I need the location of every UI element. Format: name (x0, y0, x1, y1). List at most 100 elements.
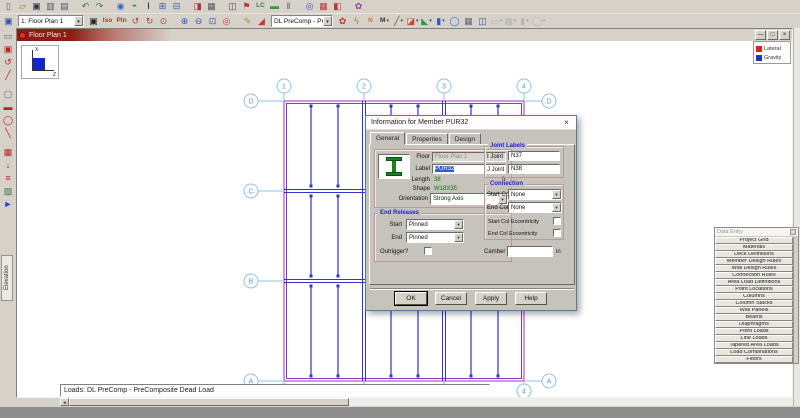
graphic-select-icon[interactable]: ◨ (191, 1, 204, 13)
wall-draw-dropdown[interactable]: ▮ ▾ (434, 15, 447, 27)
zoom-out-icon[interactable]: ⊖ (192, 15, 205, 27)
ok-button[interactable]: OK (395, 292, 427, 305)
draw-brace-icon[interactable]: ╱ (2, 69, 14, 81)
load-combinations-button[interactable]: Load Combinations (715, 349, 793, 356)
j-joint-field[interactable]: N38 (508, 164, 560, 174)
render-icon[interactable]: ◓ (128, 1, 141, 13)
data-entry-scrollbar[interactable] (793, 237, 798, 363)
redo-icon[interactable]: ↷ (93, 1, 106, 13)
load-case-combo[interactable]: DL PreComp - Pr ▼ (271, 15, 333, 27)
zoom-extents-icon[interactable]: ◎ (220, 15, 233, 27)
data-entry-titlebar[interactable]: Data Entry (715, 228, 798, 237)
wall-panels-button[interactable]: Wall Panels (715, 307, 793, 314)
snapshot-icon[interactable]: ▣ (87, 15, 100, 27)
mdi-titlebar[interactable]: Floor Plan 1 — □ × (17, 29, 792, 41)
zoom-box-icon[interactable]: ⊡ (206, 15, 219, 27)
window-icon[interactable]: ◫ (476, 15, 489, 27)
apply-loads-icon[interactable]: ✿ (336, 15, 349, 27)
line-loads-button[interactable]: Line Loads (715, 335, 793, 342)
copy-icon[interactable]: ▥ (44, 1, 57, 13)
red-grid-icon[interactable]: ▦ (317, 1, 330, 13)
floor-plan-combo[interactable]: 1: Floor Plan 1 ▼ (18, 15, 84, 27)
draw-beam-icon[interactable]: ↺ (2, 56, 14, 68)
grid-tool-icon[interactable]: ▦ (2, 146, 14, 158)
model-merge-icon[interactable]: ◫ (226, 1, 239, 13)
wall-design-rules-button[interactable]: Wall Design Rules (715, 265, 793, 272)
draw-wall-icon[interactable]: ▬ (2, 101, 14, 113)
member-design-rules-button[interactable]: Member Design Rules (715, 258, 793, 265)
start-release-dropdown[interactable]: Pinned ▼ (406, 219, 464, 230)
zoom-in-icon[interactable]: ⊕ (178, 15, 191, 27)
start-col-eccentricity-checkbox[interactable] (553, 217, 561, 225)
new-view-icon[interactable]: ⊞ (156, 1, 169, 13)
line-load-tool-icon[interactable]: ≡ (2, 172, 14, 184)
end-col-eccentricity-checkbox[interactable] (553, 229, 561, 237)
camber-field[interactable] (507, 246, 553, 257)
deck-definitions-button[interactable]: Deck Definitions (715, 251, 793, 258)
load-combination-icon[interactable]: LC (254, 1, 267, 13)
area-load-definitions-button[interactable]: Area Load Definitions (715, 279, 793, 286)
tile-views-icon[interactable]: ⊟ (170, 1, 183, 13)
minimize-button[interactable]: — (755, 30, 766, 40)
draw-column-icon[interactable]: ▣ (2, 43, 14, 55)
help-button[interactable]: Help (515, 292, 547, 305)
print-icon[interactable]: ▤ (58, 1, 71, 13)
end-conn-dropdown[interactable]: None ▼ (508, 202, 562, 213)
node-icon[interactable]: ◯ (448, 15, 461, 27)
rotate-reset-icon[interactable]: ⊙ (157, 15, 170, 27)
distance-icon[interactable]: ◢ (255, 15, 268, 27)
view-window-icon[interactable]: ▣ (2, 15, 15, 27)
open-folder-icon[interactable]: ▱ (16, 1, 29, 13)
basic-load-icon[interactable]: ▬ (268, 1, 281, 13)
column-stacks-button[interactable]: Column Stacks (715, 300, 793, 307)
floors-button[interactable]: Floors (715, 356, 793, 363)
loads-flag-icon[interactable]: ⚑ (240, 1, 253, 13)
columns-button[interactable]: Columns (715, 293, 793, 300)
redraw-icon[interactable]: ✎ (241, 15, 254, 27)
area-draw-dropdown[interactable]: ◣ ▾ (420, 15, 433, 27)
columns-icon[interactable]: ‖ (282, 1, 295, 13)
results-view-icon[interactable]: ◧ (331, 1, 344, 13)
rotate-left-icon[interactable]: ↺ (129, 15, 142, 27)
rotate-right-icon[interactable]: ↻ (143, 15, 156, 27)
beams-button[interactable]: Beams (715, 314, 793, 321)
project-grid-button[interactable]: Project Grid (715, 237, 793, 244)
cancel-button[interactable]: Cancel (435, 292, 467, 305)
select-box-icon[interactable]: ▢ (2, 88, 14, 100)
iso-view-button[interactable]: Iso (101, 15, 114, 27)
point-load-tool-icon[interactable]: ↓ (2, 159, 14, 171)
north-axes-icon[interactable]: N (364, 15, 377, 27)
dialog-titlebar[interactable]: Information for Member PUR32 × (366, 116, 576, 130)
spreadsheet-icon[interactable]: ▦ (205, 1, 218, 13)
plan-view-button[interactable]: Pln (115, 15, 128, 27)
point-locations-button[interactable]: Point Locations (715, 286, 793, 293)
restore-button[interactable]: □ (767, 30, 778, 40)
find-icon[interactable]: ◎ (303, 1, 316, 13)
grid-icon[interactable]: ▦ (462, 15, 475, 27)
end-release-dropdown[interactable]: Pinned ▼ (406, 232, 464, 243)
connection-rules-button[interactable]: Connection Rules (715, 272, 793, 279)
globe-icon[interactable]: ◉ (114, 1, 127, 13)
chevron-down-icon[interactable]: ▼ (74, 16, 83, 26)
ibeam-section-icon[interactable]: I (142, 1, 155, 13)
settings-icon[interactable]: ✿ (352, 1, 365, 13)
scroll-left-arrow-icon[interactable]: ◄ (60, 398, 69, 406)
chevron-down-icon[interactable]: ▼ (323, 16, 332, 26)
undo-icon[interactable]: ↶ (79, 1, 92, 13)
scrollbar-thumb[interactable] (69, 398, 349, 406)
horizontal-scrollbar[interactable]: ◄ (60, 398, 793, 406)
stamp-icon[interactable]: ϟ (350, 15, 363, 27)
select-tool-icon[interactable]: ▭ (2, 30, 14, 42)
chevron-down-icon[interactable]: ▼ (454, 233, 463, 242)
apply-button[interactable]: Apply (475, 292, 507, 305)
draw-opening-icon[interactable]: ◯ (2, 114, 14, 126)
save-icon[interactable]: ▣ (30, 1, 43, 13)
draw-line-icon[interactable]: ╲ (2, 127, 14, 139)
new-file-icon[interactable]: ▯ (2, 1, 15, 13)
close-icon[interactable]: × (560, 117, 573, 128)
close-icon[interactable] (790, 229, 796, 235)
help-pointer-icon[interactable]: ► (2, 198, 14, 210)
member-draw-dropdown[interactable]: M ▾ (378, 15, 391, 27)
chevron-down-icon[interactable]: ▼ (552, 203, 561, 212)
deck-draw-dropdown[interactable]: ◪ ▾ (406, 15, 419, 27)
